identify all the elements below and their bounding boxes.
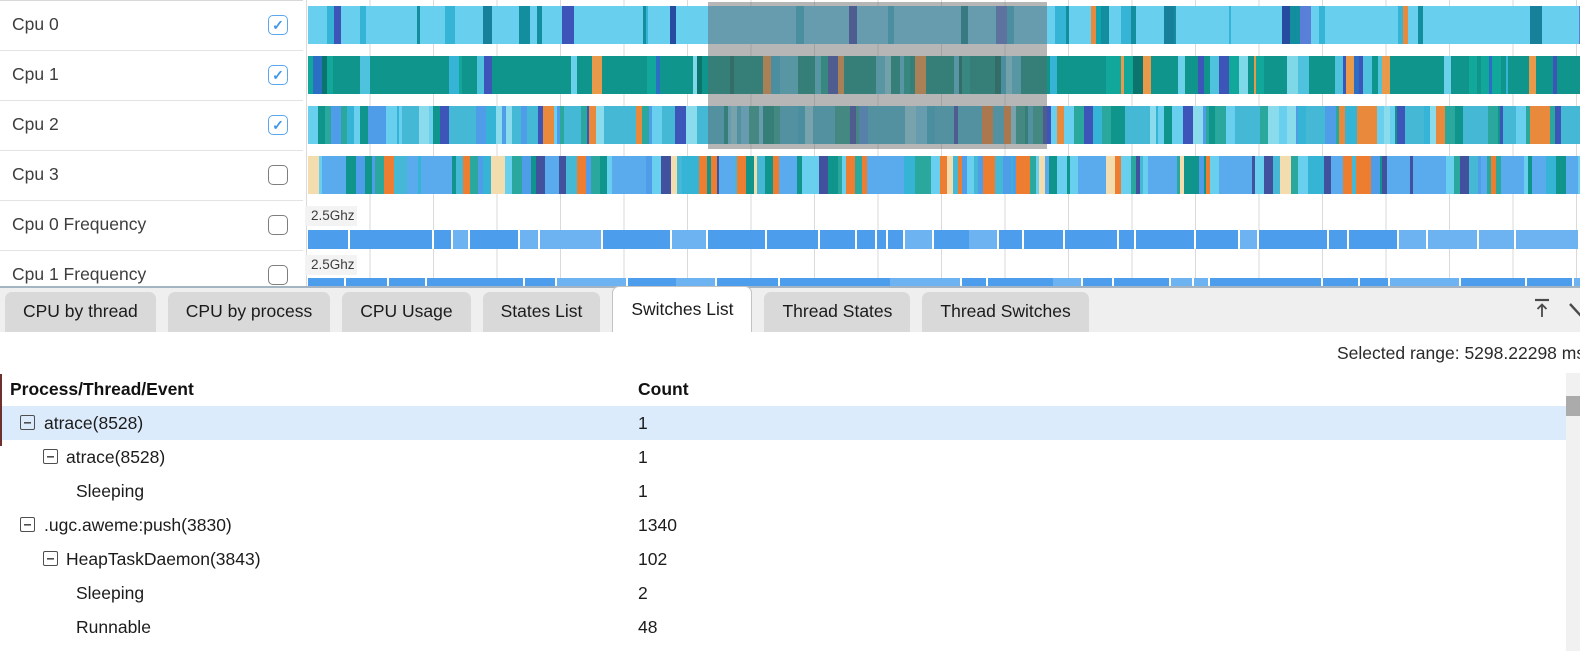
tab-cpu-by-process[interactable]: CPU by process: [168, 292, 330, 332]
cpu1-frequency-track[interactable]: [308, 278, 1580, 286]
tab-thread-states[interactable]: Thread States: [764, 292, 910, 332]
row-count: 1: [638, 413, 648, 434]
track-label: Cpu 0: [12, 14, 59, 35]
table-row[interactable]: .ugc.aweme:push(3830) 1340: [0, 508, 1566, 542]
frequency-value-label: 2.5Ghz: [305, 206, 357, 226]
track-checkbox[interactable]: ✓: [268, 65, 288, 85]
row-label: Sleeping: [76, 583, 144, 604]
row-count: 1340: [638, 515, 677, 536]
track-checkbox[interactable]: ✓: [268, 115, 288, 135]
collapse-icon[interactable]: [20, 517, 35, 532]
cpu-track-panel: Cpu 0 ✓ Cpu 1 ✓ Cpu 2 ✓ Cpu 3 Cpu 0 Frequency Cp…: [0, 0, 1580, 286]
row-label: atrace(8528): [66, 447, 165, 468]
tab-switches-list[interactable]: Switches List: [612, 286, 752, 332]
sidebar-row-cpu-1-frequency: Cpu 1 Frequency: [0, 251, 303, 286]
track-checkbox[interactable]: [268, 215, 288, 235]
track-label: Cpu 0 Frequency: [12, 214, 146, 235]
column-header-count[interactable]: Count: [638, 379, 689, 400]
switches-table: atrace(8528) 1 atrace(8528) 1 Sleeping 1 .ugc.…: [0, 406, 1566, 644]
track-label: Cpu 1 Frequency: [12, 264, 146, 285]
collapse-top-icon[interactable]: [1532, 297, 1552, 319]
vertical-scrollbar[interactable]: [1566, 373, 1580, 651]
table-row[interactable]: HeapTaskDaemon(3843) 102: [0, 542, 1566, 576]
chevron-down-icon[interactable]: [1567, 299, 1580, 323]
row-label: Runnable: [76, 617, 151, 638]
selected-range-text: Selected range: 5298.22298 ms: [1337, 343, 1580, 364]
row-count: 1: [638, 481, 648, 502]
row-count: 102: [638, 549, 667, 570]
tab-cpu-usage[interactable]: CPU Usage: [342, 292, 470, 332]
left-edge-marker: [0, 374, 2, 446]
track-label: Cpu 1: [12, 64, 59, 85]
tab-states-list[interactable]: States List: [483, 292, 601, 332]
row-count: 48: [638, 617, 657, 638]
switches-list-panel: Selected range: 5298.22298 ms Process/Th…: [0, 332, 1580, 651]
column-header-process[interactable]: Process/Thread/Event: [10, 379, 194, 400]
row-label: atrace(8528): [44, 413, 143, 434]
tabbar-icon-group: [1520, 295, 1580, 327]
trace-viewer-window: Cpu 0 ✓ Cpu 1 ✓ Cpu 2 ✓ Cpu 3 Cpu 0 Frequency Cp…: [0, 0, 1580, 651]
table-row[interactable]: atrace(8528) 1: [0, 406, 1566, 440]
row-count: 1: [638, 447, 648, 468]
frequency-value-label: 2.5Ghz: [305, 255, 357, 275]
tabs-container: CPU by thread CPU by process CPU Usage Stat…: [5, 286, 1089, 332]
sidebar-row-cpu-1: Cpu 1 ✓: [0, 51, 303, 101]
table-row[interactable]: Sleeping 1: [0, 474, 1566, 508]
tab-thread-switches[interactable]: Thread Switches: [922, 292, 1088, 332]
table-row[interactable]: atrace(8528) 1: [0, 440, 1566, 474]
table-row[interactable]: Runnable 48: [0, 610, 1566, 644]
table-header: Process/Thread/Event Count: [0, 379, 1566, 406]
track-checkbox[interactable]: ✓: [268, 15, 288, 35]
sidebar-row-cpu-0: Cpu 0 ✓: [0, 1, 303, 51]
collapse-icon[interactable]: [20, 415, 35, 430]
cpu0-frequency-track[interactable]: [308, 230, 1580, 249]
cpu3-track[interactable]: [308, 156, 1580, 194]
sidebar-row-cpu-2: Cpu 2 ✓: [0, 101, 303, 151]
row-count: 2: [638, 583, 648, 604]
row-label: Sleeping: [76, 481, 144, 502]
track-label: Cpu 2: [12, 114, 59, 135]
track-list-sidebar: Cpu 0 ✓ Cpu 1 ✓ Cpu 2 ✓ Cpu 3 Cpu 0 Frequency Cp…: [0, 0, 303, 286]
table-row[interactable]: Sleeping 2: [0, 576, 1566, 610]
collapse-icon[interactable]: [43, 551, 58, 566]
scrollbar-thumb[interactable]: [1566, 396, 1580, 416]
sidebar-row-cpu-0-frequency: Cpu 0 Frequency: [0, 201, 303, 251]
sidebar-row-cpu-3: Cpu 3: [0, 151, 303, 201]
tab-cpu-by-thread[interactable]: CPU by thread: [5, 292, 156, 332]
results-tab-bar: CPU by thread CPU by process CPU Usage Stat…: [0, 286, 1580, 332]
track-label: Cpu 3: [12, 164, 59, 185]
collapse-icon[interactable]: [43, 449, 58, 464]
track-checkbox[interactable]: [268, 265, 288, 285]
row-label: HeapTaskDaemon(3843): [66, 549, 261, 570]
time-selection-overlay[interactable]: [708, 2, 1047, 149]
row-label: .ugc.aweme:push(3830): [44, 515, 232, 536]
track-checkbox[interactable]: [268, 165, 288, 185]
